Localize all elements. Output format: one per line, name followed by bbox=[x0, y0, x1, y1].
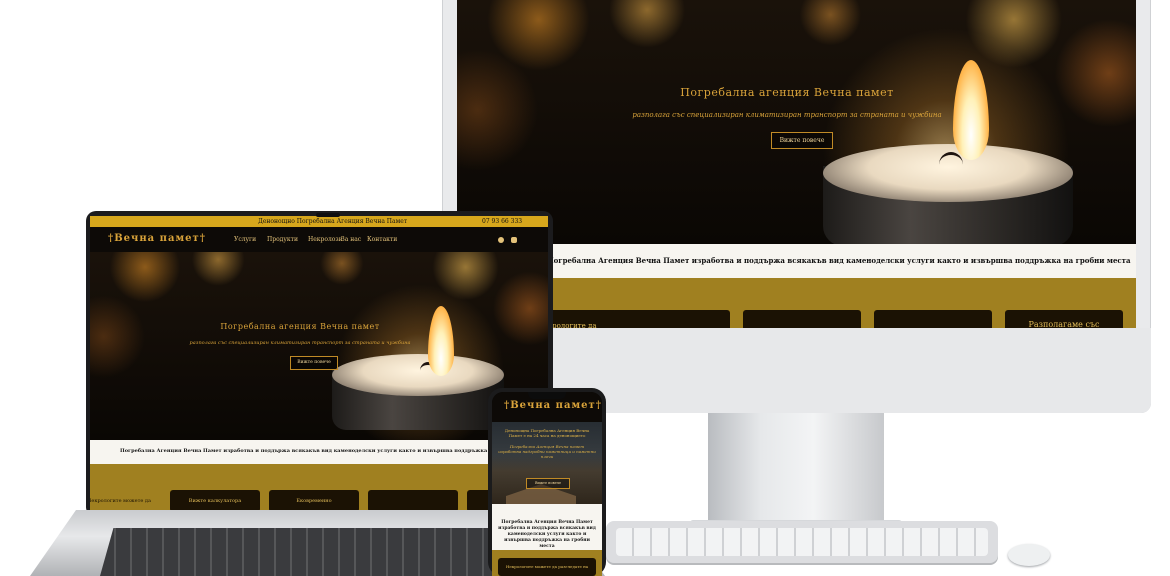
card-5[interactable]: Разполагаме със bbox=[1005, 310, 1123, 328]
phone-card-1[interactable]: Некрологите можете да разгледате на bbox=[498, 558, 596, 576]
laptop-screen: Денонощно Погребална Агенция Вечна Памет… bbox=[90, 216, 548, 512]
laptop-candle-top bbox=[332, 354, 504, 396]
phone-hero: Денонощна Погребална Агенция Вечна Памет… bbox=[492, 422, 602, 514]
cards-band: Некрологите да Разполагаме със bbox=[457, 278, 1136, 328]
intro-band: Погребална Агенция Вечна Памет изработва… bbox=[457, 244, 1136, 278]
laptop-webcam bbox=[316, 213, 340, 217]
laptop-intro-band: Погребална Агенция Вечна Памет изработва… bbox=[90, 440, 548, 464]
nav-about[interactable]: За нас bbox=[341, 236, 361, 243]
desktop-hero: Погребална агенция Вечна памет разполага… bbox=[457, 0, 1136, 244]
phone-screen: †Вечна памет† Денонощна Погребална Агенц… bbox=[492, 392, 602, 576]
desktop-screen: Погребална агенция Вечна памет разполага… bbox=[457, 0, 1136, 328]
monitor-stand bbox=[708, 413, 884, 531]
phone-intro-text: Погребална Агенция Вечна Памет изработва… bbox=[498, 520, 596, 549]
phone-card-1-label: Некрологите можете да разгледате на bbox=[505, 564, 589, 569]
keyboard-keys bbox=[616, 528, 988, 556]
phone-cards-band: Некрологите можете да разгледате на bbox=[492, 550, 602, 576]
card-5-label: Разполагаме със bbox=[1028, 320, 1100, 328]
phone-logo[interactable]: †Вечна памет† bbox=[504, 400, 602, 411]
keyboard bbox=[606, 521, 998, 563]
card-4[interactable] bbox=[874, 310, 992, 328]
laptop-hero-subtitle: разполага със специализиран климатизиран… bbox=[189, 340, 411, 346]
laptop-hero-title: Погребална агенция Вечна памет bbox=[220, 322, 380, 331]
laptop-topbar: Денонощно Погребална Агенция Вечна Памет… bbox=[90, 216, 548, 227]
phone-notch bbox=[528, 392, 566, 399]
phone-intro-band: Погребална Агенция Вечна Памет изработва… bbox=[492, 504, 602, 550]
nav-obituaries[interactable]: Некролози bbox=[308, 236, 343, 243]
laptop-cards-band: Некрологите можете да Вижте калкулатора … bbox=[90, 464, 548, 512]
laptop-card-1-label: Некрологите можете да bbox=[90, 498, 151, 504]
card-3[interactable] bbox=[743, 310, 861, 328]
laptop-hero: Погребална агенция Вечна памет разполага… bbox=[90, 252, 548, 440]
topbar-text: Денонощно Погребална Агенция Вечна Памет bbox=[258, 218, 408, 225]
laptop-card-4[interactable] bbox=[368, 490, 458, 512]
candle-flame bbox=[953, 60, 989, 160]
nav-products[interactable]: Продукти bbox=[267, 236, 298, 243]
laptop-card-3[interactable]: Ековременно bbox=[269, 490, 359, 512]
hero-title: Погребална агенция Вечна памет bbox=[680, 86, 894, 99]
card-2[interactable] bbox=[612, 310, 730, 328]
hero-more-button[interactable]: Вижте повече bbox=[771, 132, 833, 149]
laptop-card-3-label: Ековременно bbox=[296, 498, 332, 504]
topbar-phone[interactable]: 07 93 66 333 bbox=[482, 218, 522, 225]
hero-subtitle: разполага със специализиран климатизиран… bbox=[632, 111, 942, 119]
laptop-card-2-label: Вижте калкулатора bbox=[188, 498, 242, 504]
candle-wick bbox=[939, 152, 963, 177]
intro-text: Погребална Агенция Вечна Памет изработва… bbox=[547, 256, 1131, 265]
laptop-card-2[interactable]: Вижте калкулатора bbox=[170, 490, 260, 512]
nav-services[interactable]: Услуги bbox=[234, 236, 256, 243]
laptop-keyboard bbox=[100, 528, 548, 576]
instagram-icon[interactable] bbox=[511, 237, 517, 243]
phone-hero-more-button[interactable]: Вижте повече bbox=[526, 478, 570, 489]
mouse bbox=[1008, 544, 1050, 566]
laptop-intro-text: Погребална Агенция Вечна Памет изработва… bbox=[120, 448, 537, 454]
phone-hero-line-2: Погребална Агенция Вечна памет изработва… bbox=[498, 444, 596, 459]
site-logo[interactable]: †Вечна памет† bbox=[108, 233, 206, 244]
laptop-hero-more-button[interactable]: Вижте повече bbox=[290, 356, 338, 370]
laptop-candle-flame bbox=[428, 306, 454, 376]
nav-contacts[interactable]: Контакти bbox=[367, 236, 397, 243]
phone-hero-line-1: Денонощна Погребална Агенция Вечна Памет… bbox=[504, 428, 590, 438]
facebook-icon[interactable] bbox=[498, 237, 504, 243]
laptop-card-1[interactable]: Некрологите можете да bbox=[90, 490, 154, 512]
laptop-navbar: †Вечна памет† Услуги Продукти Некролози … bbox=[90, 227, 548, 252]
